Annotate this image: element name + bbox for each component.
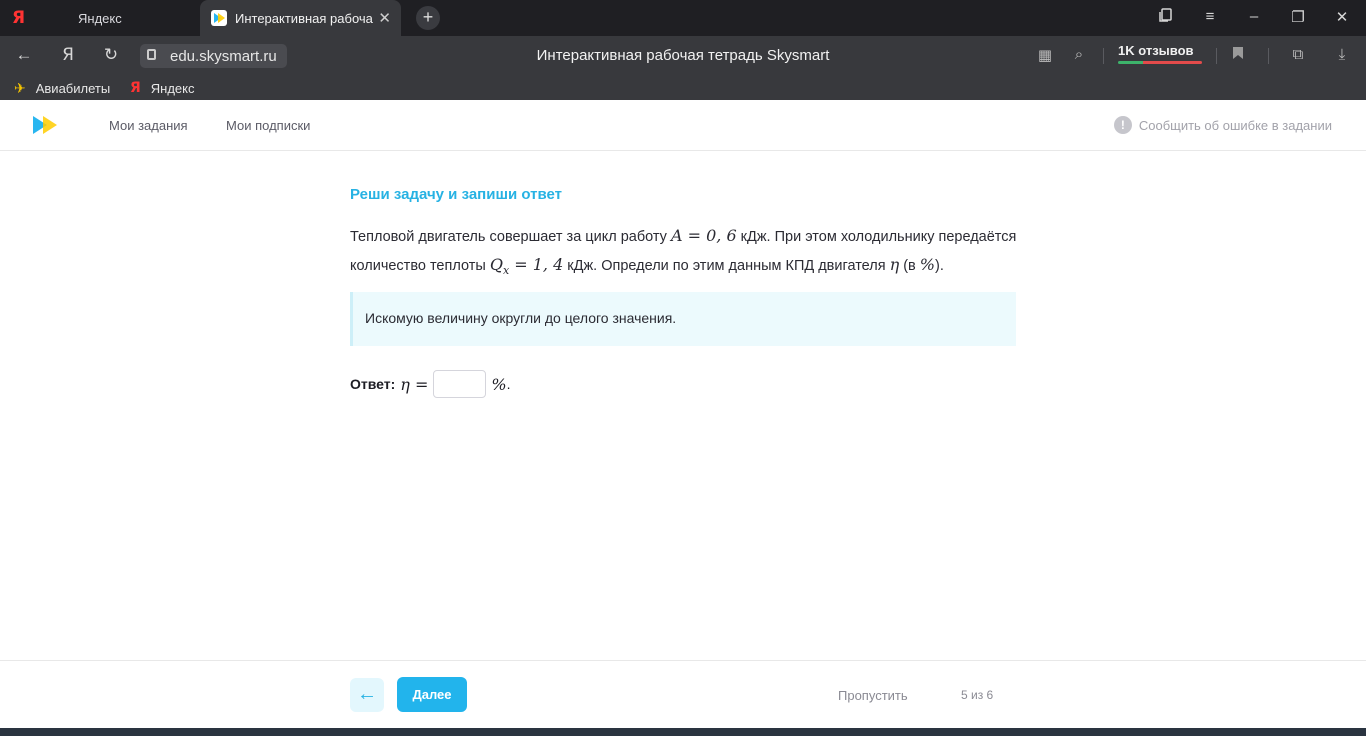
task-text: (в <box>899 258 920 274</box>
task-text: кДж. Определи по этим данным КПД двигате… <box>563 258 890 274</box>
formula-percent: % <box>919 255 935 274</box>
back-arrow-button[interactable]: ← <box>350 678 384 712</box>
bookmark-yandex[interactable]: Я Яндекс <box>130 80 195 96</box>
reload-icon[interactable]: ↻ <box>99 45 123 65</box>
bookmark-label: Яндекс <box>150 80 195 96</box>
bookmark-aviabilety[interactable]: ✈ Авиабилеты <box>14 80 110 97</box>
address-bar: ← Я ↻ edu.skysmart.ru Интерактивная рабо… <box>0 36 1366 76</box>
bookmarks-bar: ✈ Авиабилеты Я Яндекс <box>0 76 1366 100</box>
formula-eta: η <box>889 255 900 274</box>
back-arrow-icon[interactable]: ← <box>12 45 36 65</box>
answer-label: Ответ: <box>350 376 396 392</box>
task-text: Тепловой двигатель совершает за цикл раб… <box>350 229 671 245</box>
answer-formula: η = <box>400 374 429 394</box>
divider <box>1216 48 1217 64</box>
yandex-logo-icon: Я <box>12 8 26 28</box>
bookmark-icon[interactable] <box>1228 46 1248 66</box>
tab-manager-icon[interactable] <box>1154 8 1178 26</box>
divider <box>1268 48 1269 64</box>
answer-input[interactable] <box>433 370 487 398</box>
report-error-link[interactable]: ! Сообщить об ошибке в задании <box>1113 116 1332 134</box>
answer-row: Ответ: η = %. <box>350 370 510 398</box>
formula-heat: Qx = 1, 4 <box>489 255 564 277</box>
browser-tab-bar: Я Яндекс Интерактивная рабоча ✕ + ≡ – ❐ … <box>0 0 1366 36</box>
search-icon[interactable]: ⌕ <box>1069 46 1089 66</box>
plane-icon: ✈ <box>14 80 26 96</box>
formula-q-var: Q <box>489 255 503 274</box>
footer-divider <box>0 660 1366 661</box>
bookmark-label: Авиабилеты <box>35 81 111 96</box>
skip-button[interactable]: Пропустить <box>838 688 908 703</box>
report-label: Сообщить об ошибке в задании <box>1138 117 1332 133</box>
collections-icon[interactable]: ⧉ <box>1288 46 1308 66</box>
reviews-rating-bar <box>1118 61 1202 64</box>
formula-work: A = 0, 6 <box>670 226 737 245</box>
yandex-logo-icon: Я <box>130 80 141 96</box>
skysmart-logo-icon[interactable] <box>33 116 59 134</box>
new-tab-button[interactable]: + <box>416 6 440 30</box>
next-button[interactable]: Далее <box>397 677 467 712</box>
hint-box: Искомую величину округли до целого значе… <box>350 292 1016 346</box>
nav-my-subscriptions[interactable]: Мои подписки <box>226 118 310 133</box>
menu-icon[interactable]: ≡ <box>1198 8 1222 25</box>
reviews-label: 1K отзывов <box>1118 43 1194 58</box>
os-taskbar <box>0 728 1366 736</box>
download-icon[interactable]: ⤓ <box>1332 46 1352 66</box>
site-header: Мои задания Мои подписки ! Сообщить об о… <box>0 100 1366 151</box>
answer-unit: % <box>491 374 507 394</box>
tab-label: Интерактивная рабоча <box>235 11 373 26</box>
hint-text: Искомую величину округли до целого значе… <box>365 310 677 326</box>
tab-yandex[interactable]: Я Яндекс <box>0 0 200 36</box>
close-window-icon[interactable]: ✕ <box>1330 8 1354 26</box>
tab-skysmart[interactable]: Интерактивная рабоча ✕ <box>200 0 401 36</box>
url-field[interactable]: edu.skysmart.ru <box>140 44 287 68</box>
task-statement: Тепловой двигатель совершает за цикл раб… <box>350 222 1030 285</box>
task-text: ). <box>935 258 944 274</box>
formula-q-rest: = 1, 4 <box>509 255 564 274</box>
nav-my-tasks[interactable]: Мои задания <box>109 118 188 133</box>
exclamation-icon: ! <box>1113 116 1132 134</box>
task-title: Реши задачу и запиши ответ <box>350 186 562 203</box>
translate-icon[interactable]: ▦ <box>1035 46 1055 66</box>
restore-icon[interactable]: ❐ <box>1286 8 1310 26</box>
lock-icon <box>147 49 156 60</box>
tab-label: Яндекс <box>78 11 122 26</box>
url-text: edu.skysmart.ru <box>170 48 277 65</box>
reviews-button[interactable]: 1K отзывов <box>1118 42 1202 68</box>
skysmart-favicon-icon <box>211 10 227 26</box>
task-counter: 5 из 6 <box>961 688 994 702</box>
yandex-home-icon[interactable]: Я <box>56 45 80 65</box>
close-tab-icon[interactable]: ✕ <box>378 9 391 27</box>
minimize-icon[interactable]: – <box>1242 8 1266 25</box>
answer-dot: . <box>506 376 511 392</box>
divider <box>1103 48 1104 64</box>
